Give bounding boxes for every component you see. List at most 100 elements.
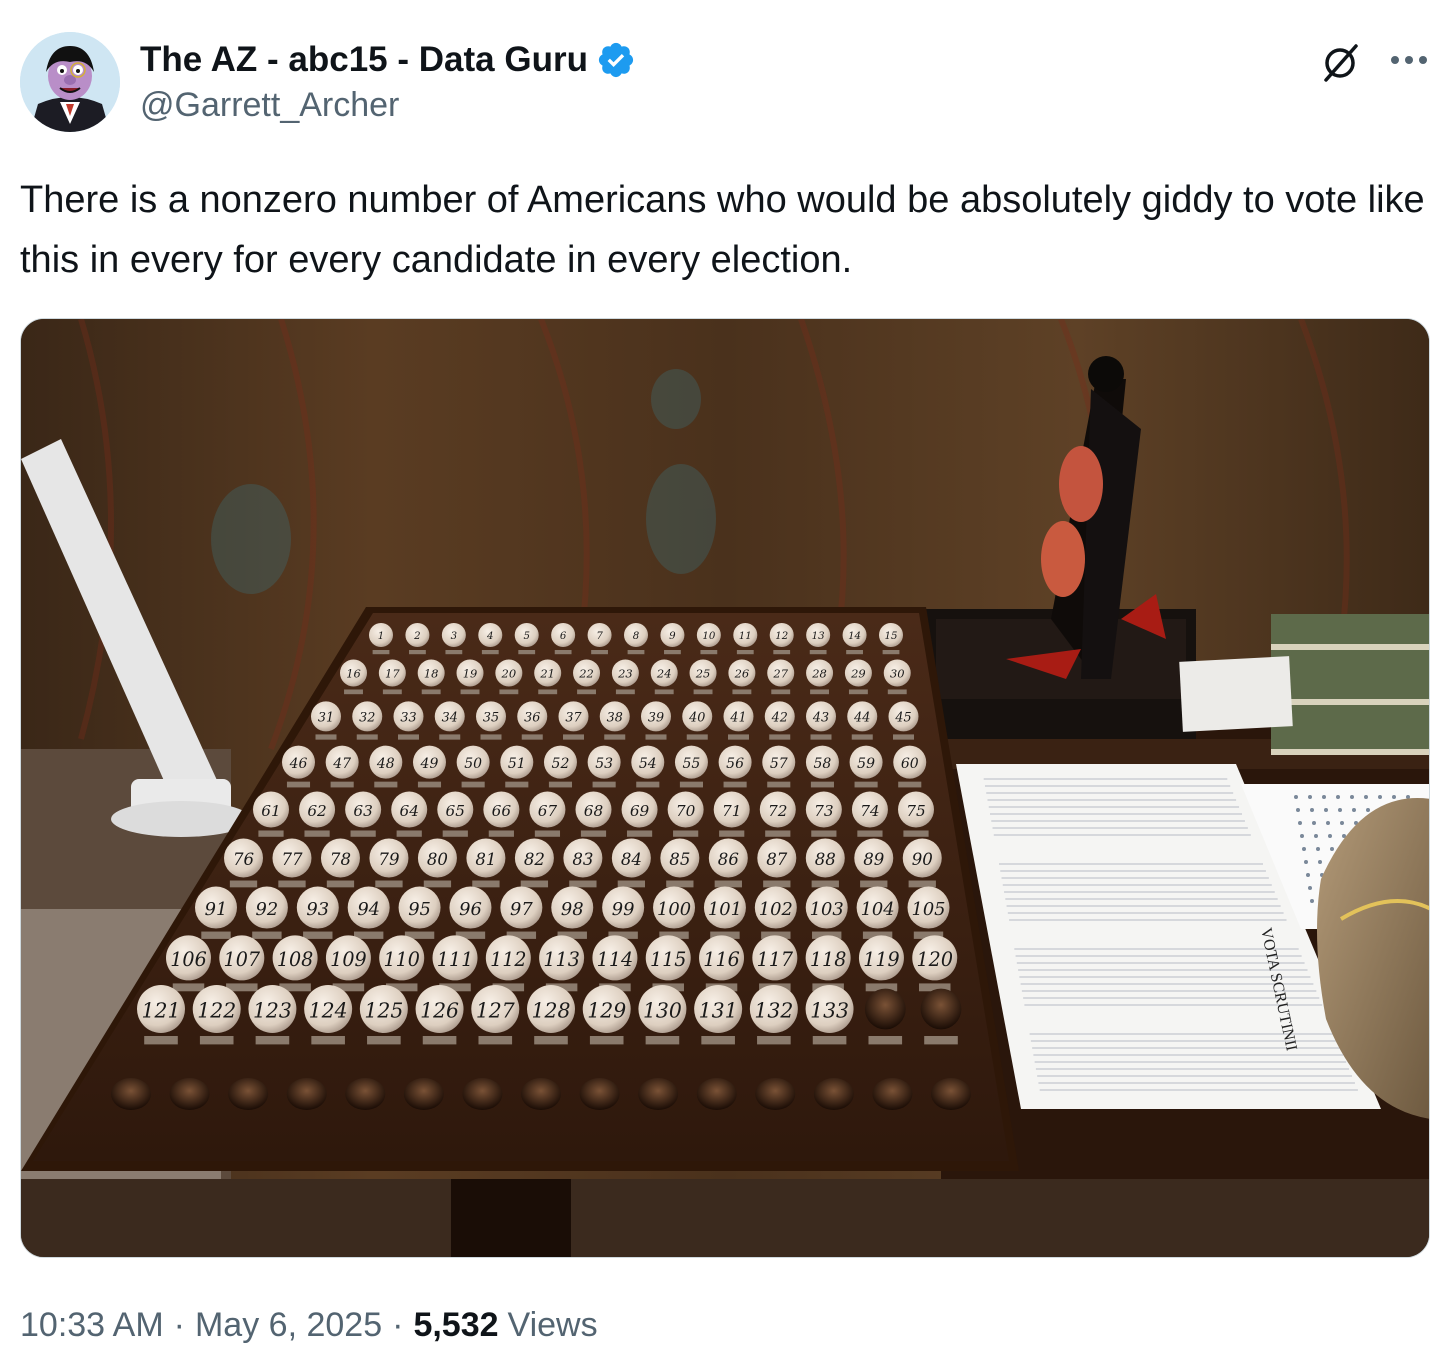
name-plate [144, 1036, 178, 1045]
ballot-ball-number: 119 [863, 948, 899, 971]
ballot-ball-number: 128 [532, 998, 571, 1022]
views-count: 5,532 [413, 1306, 499, 1344]
grid-dot [1378, 795, 1382, 799]
ballot-ball-number: 17 [385, 667, 400, 681]
verified-badge-icon[interactable] [596, 40, 636, 80]
ballot-ball-number: 22 [578, 667, 594, 681]
ballot-ball-number: 124 [309, 998, 348, 1022]
ballot-ball-number: 125 [364, 998, 403, 1022]
ballot-ball-number: 67 [538, 802, 558, 820]
ballot-ball-number: 120 [917, 948, 953, 971]
tweet-time[interactable]: 10:33 AM [20, 1306, 164, 1345]
empty-ball-hole [403, 1078, 444, 1110]
name-plate [848, 689, 868, 695]
name-plate [626, 830, 653, 837]
name-plate [860, 880, 888, 888]
ballot-ball-number: 73 [814, 802, 833, 820]
ballot-ball-number: 127 [476, 998, 515, 1022]
name-plate [811, 830, 837, 837]
ballot-ball-number: 51 [508, 756, 526, 772]
ballot-ball-number: 32 [359, 711, 375, 726]
ballot-ball-number: 92 [256, 899, 279, 920]
tweet-photo[interactable]: VOTA SCRUTINII 1 2 3 4 5 6 7 8 9 10 11 12 13 14 15 16 17… [20, 318, 1430, 1258]
ballot-ball-number: 47 [332, 756, 351, 772]
name-plate [846, 650, 863, 655]
grid-dot [1310, 899, 1314, 903]
ballot-ball-number: 102 [759, 899, 793, 920]
name-plate [851, 734, 873, 740]
tweet-meta: 10:33 AM · May 6, 2025 · 5,532 Views [20, 1306, 598, 1345]
grok-icon[interactable] [1318, 38, 1366, 86]
ballot-ball-number: 109 [330, 948, 366, 971]
name-plate [372, 650, 390, 655]
grid-dot [1330, 847, 1334, 851]
grid-dot [1296, 808, 1300, 812]
name-plate [478, 1036, 513, 1045]
ballot-ball-number: 100 [657, 899, 691, 920]
name-plate [589, 1036, 624, 1045]
ballot-ball-number: 61 [261, 802, 280, 820]
ballot-ball-number: 24 [656, 667, 672, 681]
name-plate [868, 1036, 903, 1045]
tweet-date[interactable]: May 6, 2025 [195, 1306, 382, 1345]
ballot-ball-number: 53 [595, 756, 613, 772]
name-plate [569, 880, 597, 888]
name-plate [330, 781, 354, 788]
name-plate [673, 830, 699, 837]
ballot-ball-number: 48 [376, 756, 395, 772]
name-plate [723, 781, 747, 788]
ballot-ball-number: 95 [408, 899, 431, 920]
ballot-ball-number: 8 [633, 631, 640, 642]
ballot-ball-number: 113 [543, 948, 579, 971]
grid-dot [1324, 808, 1328, 812]
ballot-ball-number: 132 [754, 998, 793, 1022]
ballot-ball-number: 133 [810, 998, 849, 1022]
ballot-ball-number: 81 [475, 850, 496, 869]
ballot-ball-number: 43 [812, 711, 829, 726]
empty-ball-hole [813, 1078, 854, 1110]
ballot-ball-number: 101 [708, 899, 742, 920]
name-plate [728, 734, 749, 740]
name-plate [887, 689, 907, 695]
name-plate [809, 650, 827, 655]
author-handle[interactable]: @Garrett_Archer [140, 86, 399, 125]
ballot-ball-number: 66 [492, 802, 512, 820]
ballot-ball-number: 20 [501, 667, 517, 681]
author-avatar[interactable] [20, 32, 120, 132]
ballot-ball-number: 70 [676, 802, 696, 820]
name-plate [898, 781, 922, 788]
empty-ball-hole [169, 1078, 210, 1110]
ballot-ball-number: 85 [669, 850, 690, 869]
ballot-ball-number: 94 [357, 899, 380, 920]
author-display-name[interactable]: The AZ - abc15 - Data Guru [140, 40, 588, 80]
tweet: The AZ - abc15 - Data Guru @Garrett_Arch… [0, 0, 1456, 1364]
ballot-ball-number: 106 [170, 948, 206, 971]
author-name-row: The AZ - abc15 - Data Guru [140, 38, 636, 82]
grid-dot [1308, 795, 1312, 799]
name-plate [580, 830, 607, 837]
ballot-ball-number: 40 [688, 711, 705, 726]
ballot-ball-number: 98 [561, 899, 584, 920]
ballot-ball-number: 55 [683, 756, 701, 772]
ballot-ball-number: 87 [766, 850, 788, 869]
ballot-ball-number: 30 [890, 667, 905, 681]
name-plate [304, 830, 330, 837]
name-plate [615, 689, 635, 695]
name-plate [812, 1036, 847, 1045]
more-dots-icon[interactable] [1386, 40, 1432, 80]
ballot-board-photo: VOTA SCRUTINII 1 2 3 4 5 6 7 8 9 10 11 12 13 14 1516 17… [21, 319, 1429, 1257]
name-plate [757, 1036, 791, 1045]
grid-dot [1318, 860, 1322, 864]
name-plate [627, 650, 645, 655]
name-plate [903, 830, 929, 837]
name-plate [666, 880, 694, 888]
ballot-ball-number: 34 [442, 711, 458, 726]
ballot-ball-number: 36 [524, 711, 540, 726]
ballot-ball-number: 110 [383, 948, 419, 971]
ballot-ball-number: 63 [353, 802, 372, 820]
ballot-ball-number: 82 [524, 850, 545, 869]
ballot-ball-number: 72 [768, 802, 787, 820]
ballot-ball-number: 107 [224, 948, 261, 971]
grid-dot [1392, 795, 1396, 799]
name-plate [700, 650, 718, 655]
